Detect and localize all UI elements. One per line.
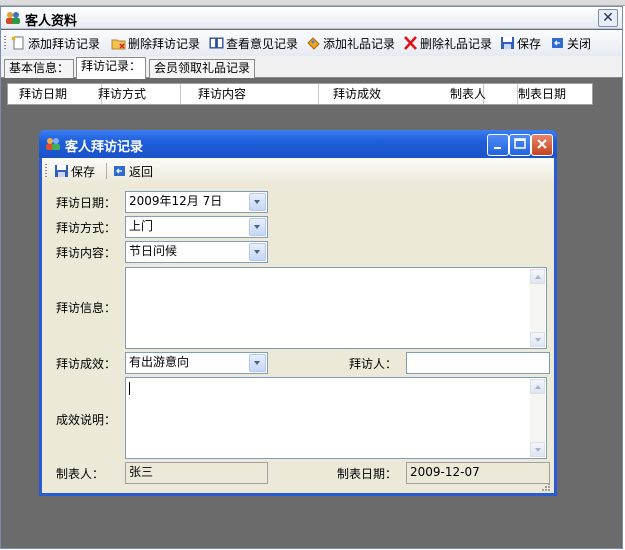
add-visit-record-button[interactable]: 添加拜访记录 bbox=[11, 33, 100, 53]
tab-member-gift-records[interactable]: 会员领取礼品记录 bbox=[149, 59, 256, 78]
minimize-button[interactable] bbox=[487, 134, 509, 156]
creator-label: 制表人： bbox=[56, 467, 105, 481]
book-icon bbox=[209, 37, 224, 49]
visit-info-label: 拜访信息： bbox=[56, 301, 117, 315]
view-feedback-record-label: 查看意见记录 bbox=[226, 36, 299, 51]
delete-gift-record-button[interactable]: 删除礼品记录 bbox=[403, 33, 492, 53]
column-visit-method[interactable]: 拜访方式 bbox=[90, 84, 181, 104]
create-date-label: 制表日期： bbox=[337, 467, 398, 481]
chevron-down-icon[interactable] bbox=[249, 243, 266, 261]
toolbar-grip bbox=[45, 164, 47, 178]
users-icon bbox=[6, 12, 20, 24]
result-note-label: 成效说明： bbox=[56, 413, 117, 427]
dialog-save-label: 保存 bbox=[71, 164, 96, 179]
save-disk-icon bbox=[55, 165, 68, 177]
window-close-button[interactable]: ✕ bbox=[598, 9, 618, 27]
save-disk-icon bbox=[501, 37, 514, 49]
column-visit-date[interactable]: 拜访日期 bbox=[8, 84, 102, 104]
close-button[interactable]: 关闭 bbox=[550, 33, 591, 53]
toolbar-separator bbox=[106, 163, 107, 179]
creator-field: 张三 bbox=[125, 462, 268, 484]
users-icon bbox=[46, 138, 60, 150]
view-feedback-record-button[interactable]: 查看意见记录 bbox=[209, 33, 298, 53]
red-x-icon bbox=[404, 36, 417, 50]
dialog-toolbar: 保存 返回 bbox=[42, 158, 554, 184]
visit-method-label: 拜访方式： bbox=[56, 221, 117, 235]
visit-method-select[interactable]: 上门 bbox=[125, 216, 268, 238]
visit-date-label: 拜访日期： bbox=[56, 196, 117, 210]
scroll-down-icon[interactable] bbox=[530, 442, 545, 457]
maximize-icon bbox=[514, 138, 526, 149]
visit-info-textarea[interactable] bbox=[125, 267, 547, 349]
add-gift-record-label: 添加礼品记录 bbox=[323, 36, 396, 51]
save-button[interactable]: 保存 bbox=[500, 33, 541, 53]
close-app-icon bbox=[552, 38, 563, 48]
dialog-titlebar: 客人拜访记录 bbox=[39, 130, 557, 158]
visit-method-value: 上门 bbox=[129, 219, 154, 233]
tab-visit-records[interactable]: 拜访记录： bbox=[76, 57, 147, 79]
visit-date-value: 2009年12月 7日 bbox=[129, 194, 223, 208]
grid-header: 拜访日期 拜访方式 拜访内容 拜访成效 制表人 制表日期 bbox=[7, 83, 593, 105]
minimize-icon bbox=[494, 147, 501, 149]
dialog-return-button[interactable]: 返回 bbox=[112, 161, 153, 181]
guest-visit-record-dialog: 客人拜访记录 保存 返回 拜访日期： 2009年12月 7日 拜访方式： 上门 bbox=[39, 130, 557, 496]
result-note-textarea[interactable] bbox=[125, 377, 547, 459]
close-label: 关闭 bbox=[567, 36, 592, 51]
main-toolbar: 添加拜访记录 删除拜访记录 查看意见记录 添加礼品记录 删除礼品记录 保存 关闭 bbox=[1, 30, 622, 56]
visit-content-value: 节日问候 bbox=[129, 244, 178, 258]
tab-basic-info[interactable]: 基本信息： bbox=[4, 59, 75, 78]
delete-gift-record-label: 删除礼品记录 bbox=[420, 36, 493, 51]
column-create-date[interactable]: 制表日期 bbox=[509, 84, 602, 104]
chevron-down-icon[interactable] bbox=[249, 354, 266, 372]
create-date-field: 2009-12-07 bbox=[406, 462, 550, 484]
return-icon bbox=[114, 166, 125, 176]
column-creator[interactable]: 制表人 bbox=[442, 84, 518, 104]
scroll-down-icon[interactable] bbox=[530, 332, 545, 347]
maximize-button[interactable] bbox=[509, 134, 531, 156]
chevron-down-icon[interactable] bbox=[249, 193, 266, 211]
save-label: 保存 bbox=[517, 36, 542, 51]
close-icon bbox=[537, 139, 547, 149]
delete-visit-record-button[interactable]: 删除拜访记录 bbox=[111, 33, 200, 53]
dialog-title: 客人拜访记录 bbox=[65, 140, 144, 155]
add-visit-record-label: 添加拜访记录 bbox=[28, 36, 101, 51]
dialog-return-label: 返回 bbox=[129, 164, 154, 179]
gift-icon bbox=[307, 37, 320, 50]
visit-result-label: 拜访成效： bbox=[56, 357, 117, 371]
window-title: 客人资料 bbox=[25, 14, 78, 29]
visit-date-picker[interactable]: 2009年12月 7日 bbox=[125, 191, 268, 213]
visit-info-scrollbar[interactable] bbox=[530, 269, 545, 347]
resize-grip-icon[interactable] bbox=[541, 482, 551, 492]
new-document-icon bbox=[11, 36, 24, 50]
window-titlebar: 客人资料 ✕ bbox=[1, 7, 622, 29]
visit-result-value: 有出游意向 bbox=[129, 355, 190, 369]
text-cursor bbox=[129, 382, 130, 395]
folder-delete-icon bbox=[111, 39, 126, 50]
scroll-up-icon[interactable] bbox=[530, 379, 545, 394]
dialog-close-button[interactable] bbox=[531, 134, 553, 156]
visitor-input[interactable] bbox=[406, 352, 550, 374]
visit-content-label: 拜访内容： bbox=[56, 246, 117, 260]
add-gift-record-button[interactable]: 添加礼品记录 bbox=[306, 33, 395, 53]
result-note-scrollbar[interactable] bbox=[530, 379, 545, 457]
visit-content-select[interactable]: 节日问候 bbox=[125, 241, 268, 263]
visit-result-select[interactable]: 有出游意向 bbox=[125, 352, 268, 374]
scroll-up-icon[interactable] bbox=[530, 269, 545, 284]
delete-visit-record-label: 删除拜访记录 bbox=[128, 36, 201, 51]
chevron-down-icon[interactable] bbox=[249, 218, 266, 236]
tab-strip: 基本信息： 拜访记录： 会员领取礼品记录 bbox=[1, 56, 622, 79]
dialog-save-button[interactable]: 保存 bbox=[54, 161, 95, 181]
visitor-label: 拜访人： bbox=[349, 357, 398, 371]
toolbar-grip bbox=[4, 36, 6, 50]
